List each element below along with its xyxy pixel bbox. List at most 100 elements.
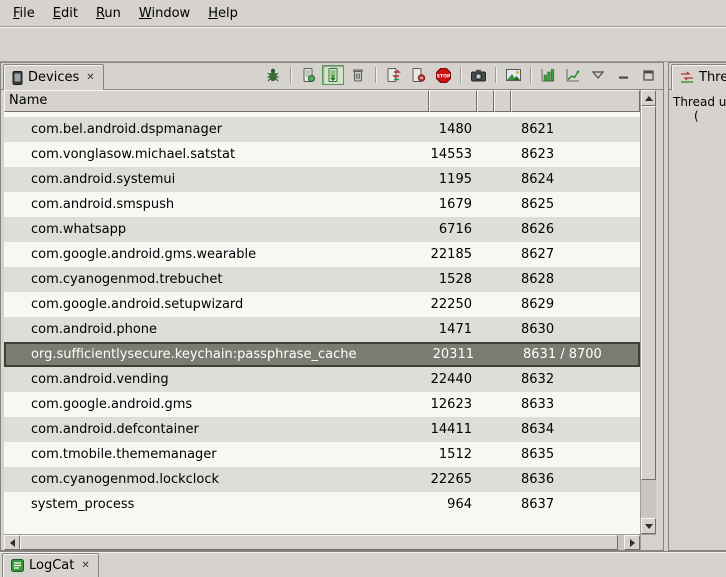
table-row[interactable]: com.whatsapp67168626 [4, 217, 640, 242]
vertical-scrollbar[interactable] [640, 90, 656, 534]
menu-file[interactable]: File [4, 2, 44, 25]
tab-logcat-label: LogCat [29, 558, 74, 573]
cause-gc-icon[interactable] [347, 65, 369, 85]
table-row[interactable]: com.android.systemui11958624 [4, 167, 640, 192]
cell-pid: 20311 [431, 347, 479, 362]
cell-pid: 22250 [429, 297, 477, 312]
minimize-icon[interactable] [612, 65, 634, 85]
column-header-blank2[interactable] [494, 90, 511, 112]
cell-port: 8623 [511, 147, 640, 162]
menu-edit[interactable]: Edit [44, 2, 87, 25]
cell-pid: 1679 [429, 197, 477, 212]
column-header-port[interactable] [511, 90, 640, 112]
table-row[interactable]: com.google.android.setupwizard222508629 [4, 292, 640, 317]
cell-port: 8630 [511, 322, 640, 337]
arrow-left-icon [10, 539, 15, 547]
horizontal-scroll-thumb[interactable] [20, 535, 618, 550]
cell-port: 8635 [511, 447, 640, 462]
table-row[interactable]: com.vonglasow.michael.satstat145538623 [4, 142, 640, 167]
menu-run[interactable]: Run [87, 2, 130, 25]
table-row[interactable]: system_process9648637 [4, 492, 640, 517]
table-row[interactable]: org.sufficientlysecure.keychain:passphra… [4, 342, 640, 367]
table-row[interactable]: com.android.phone14718630 [4, 317, 640, 342]
tab-threads[interactable]: Threads ✕ [671, 64, 726, 90]
menu-window[interactable]: Window [130, 2, 199, 25]
start-method-profiling-icon[interactable] [407, 65, 429, 85]
cell-pid: 1195 [429, 172, 477, 187]
cell-name: com.android.vending [4, 372, 429, 387]
threads-message-line1: Thread up [673, 95, 722, 109]
cell-name: com.google.android.gms.wearable [4, 247, 429, 262]
cell-pid: 14411 [429, 422, 477, 437]
threads-view: Threads ✕ Thread up ( [668, 62, 726, 551]
threads-tabstrip: Threads ✕ [669, 63, 726, 90]
column-header-blank1[interactable] [477, 90, 494, 112]
vertical-scroll-track[interactable] [641, 480, 656, 518]
cell-name: com.cyanogenmod.lockclock [4, 472, 429, 487]
tab-devices[interactable]: Devices ✕ [3, 64, 104, 90]
device-table-body: com.bel.android.dspmanager14808621com.vo… [4, 112, 640, 534]
table-row[interactable]: com.android.defcontainer144118634 [4, 417, 640, 442]
close-icon[interactable]: ✕ [81, 560, 89, 571]
threads-icon [680, 71, 694, 84]
cell-pid: 22265 [429, 472, 477, 487]
screen-capture-icon[interactable] [467, 65, 489, 85]
cell-port: 8626 [511, 222, 640, 237]
toolbar-separator [460, 67, 461, 83]
scroll-down-button[interactable] [641, 518, 656, 534]
table-row[interactable]: com.tmobile.thememanager15128635 [4, 442, 640, 467]
cell-pid: 22440 [429, 372, 477, 387]
cell-port: 8621 [511, 122, 640, 137]
devices-toolbar: STOP [262, 65, 663, 89]
cell-name: org.sufficientlysecure.keychain:passphra… [6, 347, 431, 362]
table-row[interactable]: com.android.vending224408632 [4, 367, 640, 392]
cell-pid: 12623 [429, 397, 477, 412]
update-threads-icon[interactable] [382, 65, 404, 85]
cell-pid: 22185 [429, 247, 477, 262]
scroll-left-button[interactable] [4, 535, 20, 550]
device-table: Name com.bel.android.dspmanager14808621c… [1, 90, 663, 550]
show-heap-updates-icon[interactable] [297, 65, 319, 85]
toolbar-separator [375, 67, 376, 83]
cell-port: 8637 [511, 497, 640, 512]
devices-tabstrip: Devices ✕ [1, 63, 663, 90]
close-icon[interactable]: ✕ [86, 72, 94, 83]
arrow-up-icon [645, 96, 653, 101]
threads-message-line2: ( [673, 109, 722, 123]
horizontal-scrollbar[interactable] [4, 534, 640, 550]
logcat-tabstrip: LogCat ✕ [0, 551, 726, 577]
debug-process-icon[interactable] [262, 65, 284, 85]
system-report-icon[interactable] [502, 65, 524, 85]
table-row[interactable]: com.google.android.gms126238633 [4, 392, 640, 417]
column-header-name[interactable]: Name [4, 90, 429, 112]
tab-threads-label: Threads [699, 70, 726, 85]
view-menu-icon[interactable] [587, 65, 609, 85]
threads-message: Thread up ( [669, 90, 726, 550]
maximize-icon[interactable] [637, 65, 659, 85]
cell-pid: 1480 [429, 122, 477, 137]
vertical-scroll-thumb[interactable] [641, 106, 656, 480]
arrow-right-icon [630, 539, 635, 547]
cell-port: 8625 [511, 197, 640, 212]
allocation-tracker-icon[interactable] [562, 65, 584, 85]
scrollbar-corner [640, 534, 656, 550]
table-row[interactable]: com.android.smspush16798625 [4, 192, 640, 217]
scroll-right-button[interactable] [624, 535, 640, 550]
toolbar-separator [495, 67, 496, 83]
stop-process-icon[interactable]: STOP [432, 65, 454, 85]
cell-port: 8627 [511, 247, 640, 262]
dump-hprof-icon[interactable] [322, 65, 344, 85]
menu-help[interactable]: Help [199, 2, 247, 25]
cell-pid: 964 [429, 497, 477, 512]
table-row[interactable]: com.cyanogenmod.trebuchet15288628 [4, 267, 640, 292]
tab-devices-label: Devices [28, 70, 79, 85]
cell-name: com.android.systemui [4, 172, 429, 187]
table-row[interactable]: com.cyanogenmod.lockclock222658636 [4, 467, 640, 492]
tab-logcat[interactable]: LogCat ✕ [2, 553, 99, 577]
cell-name: com.android.phone [4, 322, 429, 337]
scroll-up-button[interactable] [641, 90, 656, 106]
table-row[interactable]: com.bel.android.dspmanager14808621 [4, 117, 640, 142]
column-header-pid[interactable] [429, 90, 477, 112]
table-row[interactable]: com.google.android.gms.wearable22185 8627 [4, 242, 640, 267]
heap-bars-icon[interactable] [537, 65, 559, 85]
